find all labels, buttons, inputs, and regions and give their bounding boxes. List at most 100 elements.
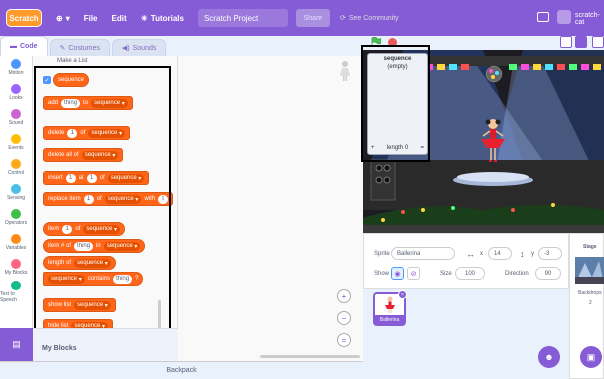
speaker-icon: ◀) [121, 45, 130, 52]
show-label: Show [374, 271, 390, 277]
sprite-watermark-icon [338, 60, 352, 84]
stage-lights [425, 64, 601, 70]
sprite-card-name: Ballerina [375, 315, 404, 324]
category-my-blocks[interactable]: My Blocks [0, 256, 32, 278]
tab-code[interactable]: ▬ Code [0, 36, 48, 56]
zoom-out-button[interactable]: − [337, 311, 351, 325]
choose-backdrop-button[interactable]: ▣ [580, 346, 602, 368]
choose-sprite-button[interactable]: ☻ [538, 346, 560, 368]
folder-icon[interactable] [537, 12, 549, 22]
category-motion[interactable]: Motion [0, 56, 32, 78]
chevron-down-icon: ▾ [65, 13, 70, 23]
category-variables[interactable]: Variables [0, 231, 32, 253]
category-label: Sensing [6, 194, 26, 201]
avatar[interactable] [557, 10, 571, 24]
backdrop-thumbnail[interactable] [575, 257, 604, 284]
category-label: My Blocks [4, 269, 28, 276]
scratch-logo[interactable]: Scratch [6, 9, 42, 27]
project-title-input[interactable]: Scratch Project [197, 9, 288, 27]
sprite-label: Sprite [374, 251, 390, 257]
x-arrows-icon: ↔ [466, 249, 475, 259]
size-input[interactable]: 100 [455, 267, 485, 280]
tab-sounds[interactable]: ◀) Sounds [111, 39, 167, 56]
editor-tabs: ▬ Code ✎ Costumes ◀) Sounds [0, 36, 168, 56]
hide-eye-icon[interactable]: ⊘ [407, 267, 420, 280]
share-button[interactable]: Share [295, 9, 330, 27]
see-community-button[interactable]: ⟳ See Community [340, 14, 399, 23]
tab-costumes-label: Costumes [68, 44, 100, 52]
direction-label: Direction [505, 271, 529, 277]
my-blocks-label: My Blocks [42, 345, 77, 352]
add-extension-button[interactable]: ▤ [0, 328, 33, 361]
file-menu[interactable]: File [84, 14, 98, 23]
delete-sprite-button[interactable]: × [398, 290, 407, 299]
tutorials-menu[interactable]: ☀ Tutorials [141, 14, 184, 23]
category-color-icon [11, 208, 21, 219]
category-label: Motion [8, 69, 24, 76]
category-label: Sound [8, 119, 24, 126]
make-a-list-button[interactable]: Make a List [57, 58, 88, 64]
zoom-in-button[interactable]: + [337, 289, 351, 303]
brush-icon: ✎ [59, 45, 66, 52]
y-label: y [531, 251, 534, 257]
backdrops-label: Backdrops [578, 290, 602, 296]
zoom-reset-icon: = [341, 335, 347, 345]
tutorials-label: Tutorials [150, 13, 184, 23]
category-sound[interactable]: Sound [0, 106, 32, 128]
tab-costumes[interactable]: ✎ Costumes [49, 39, 110, 56]
x-label: x [480, 251, 483, 257]
backpack-bar[interactable]: Backpack [0, 361, 363, 379]
direction-input[interactable]: 90 [535, 267, 561, 280]
category-color-icon [11, 183, 21, 194]
code-workspace[interactable] [178, 56, 363, 361]
category-color-icon [11, 83, 21, 94]
extension-icon: ▤ [12, 339, 21, 349]
palette-highlight-box [34, 66, 171, 341]
language-menu[interactable]: ⊕ ▾ [56, 14, 70, 23]
sprite-info-panel [363, 233, 569, 289]
normal-stage-button[interactable] [575, 36, 587, 48]
category-color-icon [11, 133, 21, 144]
category-label: Looks [9, 94, 23, 101]
category-label: Variables [5, 244, 27, 251]
workspace-scrollbar[interactable] [260, 355, 360, 358]
code-icon: ▬ [10, 43, 17, 50]
category-operators[interactable]: Operators [0, 206, 32, 228]
x-input[interactable]: 14 [488, 247, 512, 260]
monitor-highlight-box [361, 45, 430, 162]
tab-code-label: Code [20, 43, 38, 50]
zoom-in-icon: + [341, 291, 347, 301]
y-input[interactable]: -3 [538, 247, 562, 260]
category-color-icon [11, 58, 21, 69]
globe-icon: ⊕ [56, 13, 63, 23]
username[interactable]: scratch-cat [575, 12, 604, 26]
category-color-icon [11, 108, 21, 119]
backdrops-count: 2 [589, 300, 592, 306]
category-label: Operators [4, 219, 28, 226]
cat-icon: ☻ [544, 352, 554, 362]
category-color-icon [11, 158, 21, 169]
category-events[interactable]: Events [0, 131, 32, 153]
tab-sounds-label: Sounds [132, 44, 157, 52]
category-label: Events [8, 144, 24, 151]
category-color-icon [11, 281, 21, 290]
size-label: Size [440, 271, 452, 277]
category-text-to-speech[interactable]: Text to Speech [0, 281, 32, 303]
zoom-reset-button[interactable]: = [337, 333, 351, 347]
y-arrows-icon: ↕ [520, 249, 525, 259]
category-looks[interactable]: Looks [0, 81, 32, 103]
show-eye-icon[interactable]: ◉ [391, 267, 404, 280]
see-community-label: See Community [348, 14, 399, 22]
fullscreen-button[interactable] [592, 36, 604, 48]
sprite-name-input[interactable]: Ballerina [391, 247, 455, 260]
category-control[interactable]: Control [0, 156, 32, 178]
menu-bar: Scratch ⊕ ▾ File Edit ☀ Tutorials Scratch … [0, 0, 604, 36]
category-sensing[interactable]: Sensing [0, 181, 32, 203]
picture-icon: ▣ [586, 351, 596, 362]
edit-menu[interactable]: Edit [112, 14, 127, 23]
category-color-icon [11, 233, 21, 244]
zoom-out-icon: − [341, 313, 347, 323]
small-stage-button[interactable] [560, 36, 572, 48]
ballerina-thumbnail [385, 296, 395, 313]
category-color-icon [11, 258, 21, 269]
